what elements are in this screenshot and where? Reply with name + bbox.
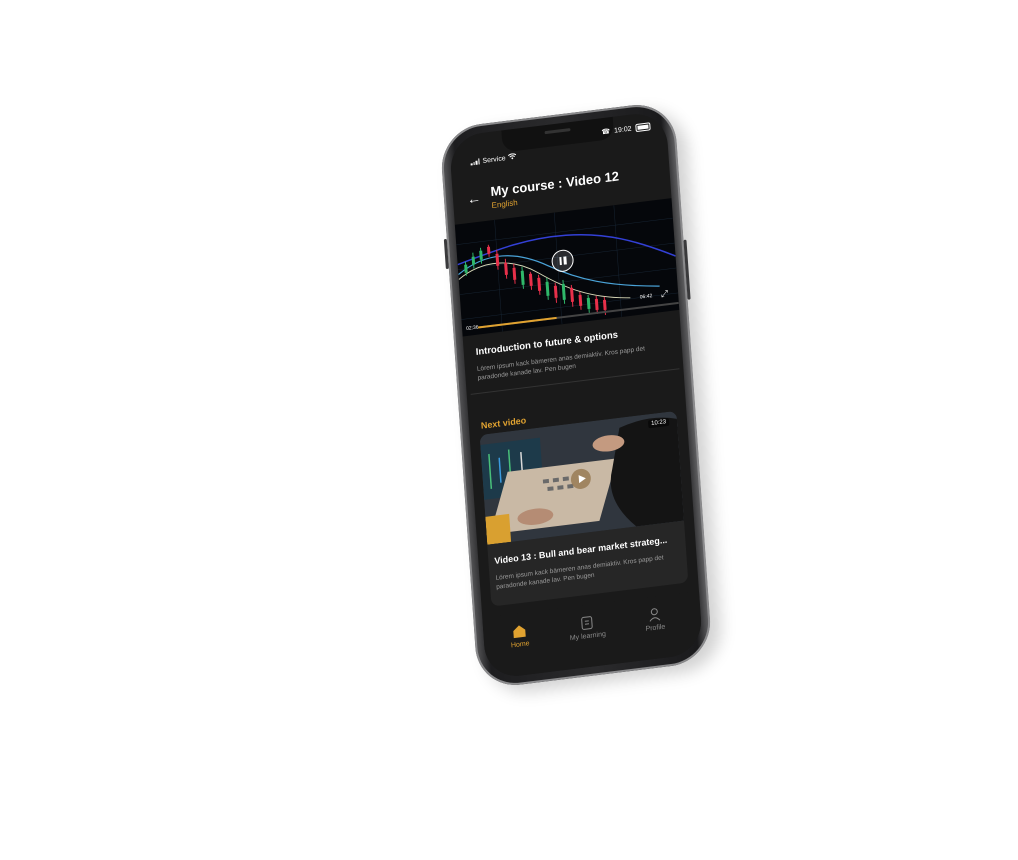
language-label[interactable]: English — [491, 198, 518, 210]
signal-icon — [470, 158, 480, 166]
carrier-label: Service — [482, 154, 506, 165]
back-arrow-icon[interactable]: ← — [467, 189, 482, 207]
clock: 19:02 — [613, 125, 632, 135]
nav-my-learning[interactable]: My learning — [557, 611, 618, 643]
nav-home[interactable]: Home — [489, 620, 550, 652]
next-video-thumbnail[interactable]: 10:23 — [479, 410, 685, 545]
wifi-icon — [508, 153, 517, 162]
nav-profile[interactable]: Profile — [624, 603, 685, 635]
phone-mockup: Service ☎ 19:02 ← My course : Video 12 E… — [439, 100, 713, 690]
next-video-label: Next video — [480, 415, 527, 431]
phone-call-icon: ☎ — [601, 128, 611, 137]
bottom-navbar: Home My learning Profile — [482, 591, 704, 680]
next-video-card[interactable]: 10:23 Video 13 : Bull and bear market st… — [479, 410, 689, 607]
fullscreen-icon[interactable]: ⤢ — [661, 288, 669, 300]
app-screen: Service ☎ 19:02 ← My course : Video 12 E… — [448, 110, 704, 680]
battery-icon — [635, 122, 651, 133]
page-title: My course : Video 12 — [490, 168, 620, 200]
